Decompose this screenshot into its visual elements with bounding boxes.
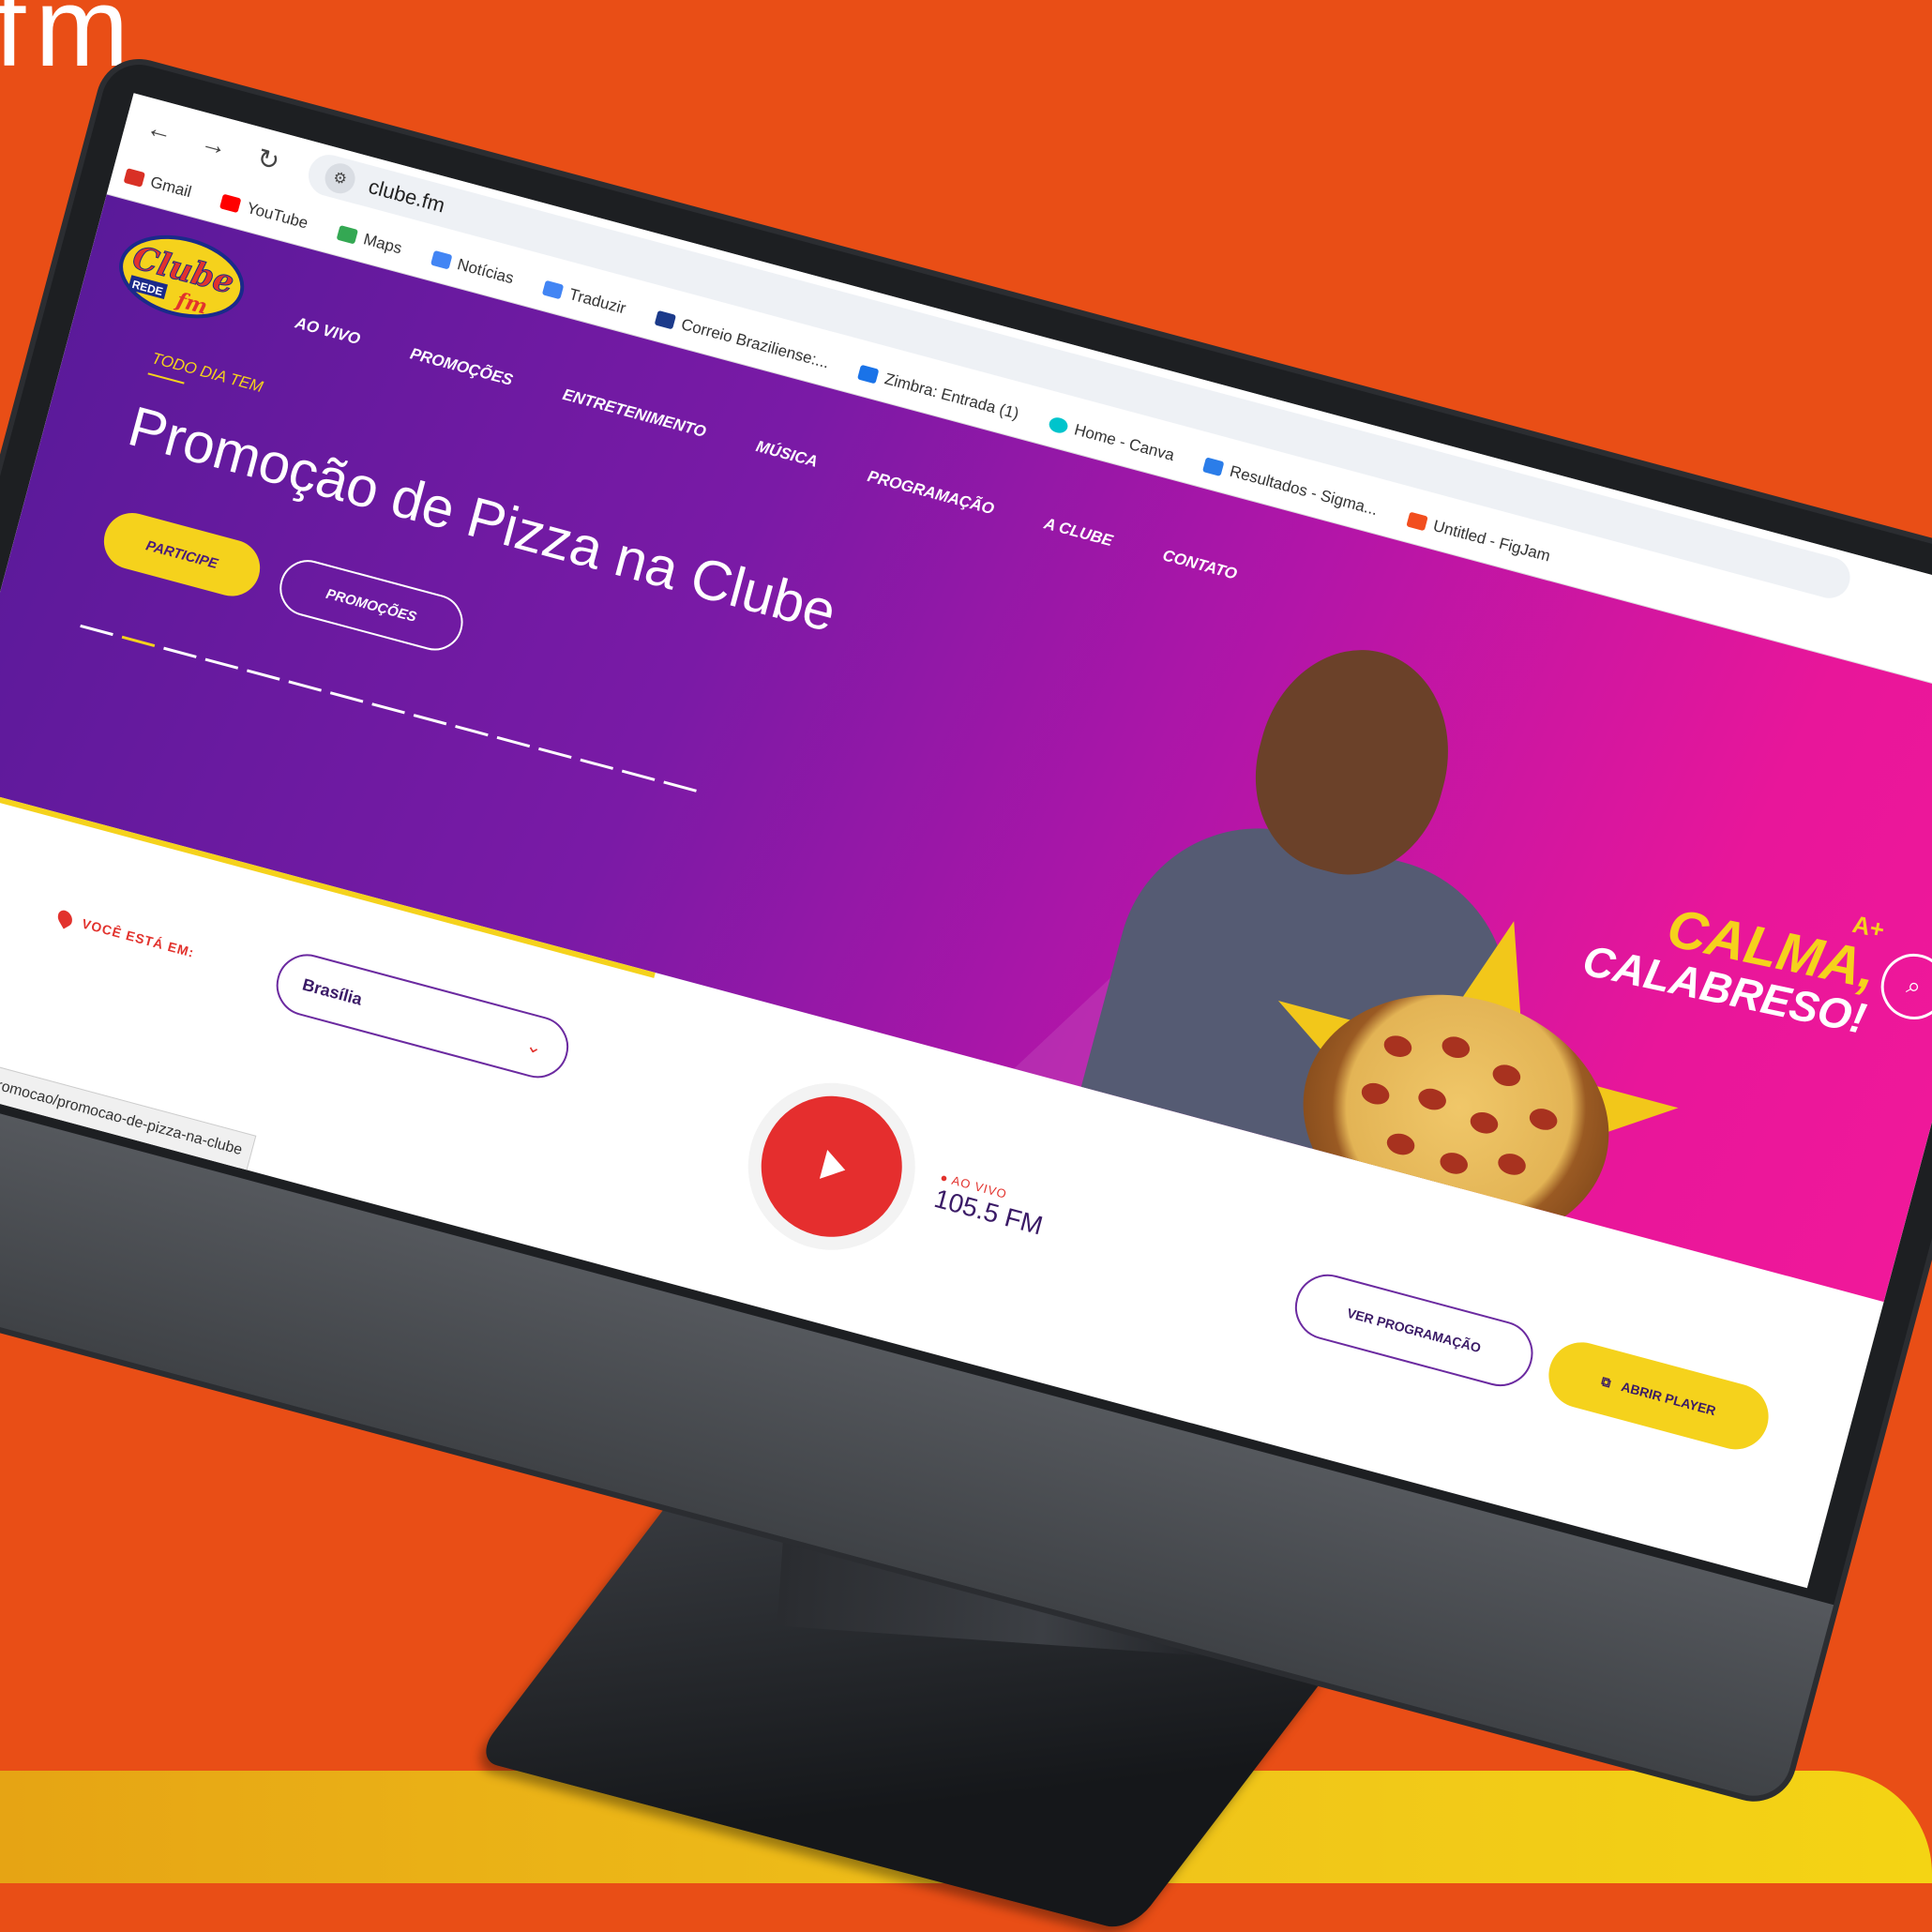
bookmark-traduzir[interactable]: Traduzir bbox=[542, 278, 628, 318]
forward-arrow-icon[interactable]: → bbox=[197, 127, 232, 163]
nav-a-clube[interactable]: A CLUBE bbox=[1042, 514, 1114, 551]
bookmark-label: Maps bbox=[361, 229, 404, 257]
youtube-icon bbox=[219, 193, 242, 213]
pepperoni bbox=[1359, 1079, 1392, 1108]
bookmark-youtube[interactable]: YouTube bbox=[219, 191, 310, 233]
carousel-dot[interactable] bbox=[329, 691, 364, 703]
location-label: VOCÊ ESTÁ EM: bbox=[80, 915, 197, 960]
carousel-dot[interactable] bbox=[580, 758, 614, 770]
bookmark-label: Gmail bbox=[148, 172, 194, 201]
participe-button[interactable]: PARTICIPE bbox=[98, 506, 266, 603]
site-settings-icon[interactable]: ⚙ bbox=[321, 159, 359, 197]
sigma-icon bbox=[1202, 457, 1226, 476]
maps-icon bbox=[336, 224, 359, 245]
canva-icon bbox=[1047, 415, 1070, 435]
location-pin-icon bbox=[54, 907, 75, 929]
correio-icon bbox=[654, 309, 677, 329]
external-link-icon: ⧉ bbox=[1599, 1372, 1613, 1390]
chevron-down-icon: ⌄ bbox=[523, 1034, 545, 1059]
carousel-dot[interactable] bbox=[246, 669, 280, 681]
bookmark-maps[interactable]: Maps bbox=[336, 223, 404, 258]
carousel-dot[interactable] bbox=[538, 747, 572, 760]
bookmark-gmail[interactable]: Gmail bbox=[123, 166, 193, 202]
news-icon bbox=[430, 249, 453, 269]
nav-musica[interactable]: MÚSICA bbox=[754, 437, 820, 472]
nav-entretenimento[interactable]: ENTRETENIMENTO bbox=[561, 385, 708, 442]
carousel-dot[interactable] bbox=[163, 646, 197, 658]
bookmark-label: Traduzir bbox=[566, 284, 628, 317]
monitor: ← → ↻ ⚙ clube.fm Gmail YouTube Maps Notí… bbox=[0, 56, 1932, 1804]
nav-promocoes[interactable]: PROMOÇÕES bbox=[408, 344, 514, 389]
live-info: ● AO VIVO 105.5 FM bbox=[931, 1170, 1049, 1241]
carousel-dot[interactable] bbox=[621, 769, 656, 781]
carousel-dot[interactable] bbox=[371, 702, 405, 715]
zimbra-icon bbox=[857, 364, 880, 385]
hero-tagline: TODO DIA TEM bbox=[149, 349, 265, 397]
pepperoni bbox=[1439, 1034, 1472, 1062]
carousel-dot[interactable] bbox=[204, 657, 239, 670]
carousel-dot[interactable] bbox=[455, 725, 489, 737]
url-text: clube.fm bbox=[366, 174, 448, 218]
nav-contato[interactable]: CONTATO bbox=[1160, 546, 1239, 583]
clube-fm-logo[interactable]: Clube REDE fm bbox=[106, 219, 256, 340]
figma-icon bbox=[1406, 511, 1428, 531]
play-button[interactable] bbox=[745, 1079, 918, 1253]
abrir-player-button[interactable]: ⧉ ABRIR PLAYER bbox=[1541, 1335, 1776, 1457]
gmail-icon bbox=[123, 167, 146, 188]
search-icon[interactable]: ⌕ bbox=[1873, 946, 1932, 1027]
pepperoni bbox=[1495, 1150, 1529, 1178]
carousel-dot[interactable] bbox=[413, 714, 447, 726]
pepperoni bbox=[1381, 1033, 1414, 1061]
abrir-player-label: ABRIR PLAYER bbox=[1619, 1379, 1718, 1419]
city-value: Brasília bbox=[300, 974, 365, 1009]
promocoes-button[interactable]: PROMOÇÕES bbox=[273, 553, 470, 657]
pepperoni bbox=[1527, 1105, 1560, 1133]
carousel-dot-active[interactable] bbox=[121, 635, 156, 647]
pepperoni bbox=[1490, 1062, 1523, 1090]
carousel-indicators bbox=[80, 624, 697, 792]
play-icon bbox=[819, 1149, 850, 1185]
pepperoni bbox=[1468, 1109, 1501, 1137]
pepperoni bbox=[1384, 1130, 1417, 1158]
bookmark-label: Notícias bbox=[455, 254, 516, 287]
nav-programacao[interactable]: PROGRAMAÇÃO bbox=[866, 467, 996, 519]
pepperoni bbox=[1415, 1085, 1449, 1113]
bookmark-label: YouTube bbox=[245, 198, 310, 233]
carousel-dot[interactable] bbox=[496, 735, 531, 748]
bookmark-noticias[interactable]: Notícias bbox=[430, 248, 516, 287]
carousel-dot[interactable] bbox=[663, 780, 697, 792]
promo-artwork: A+ CALMA, CALABRESO! bbox=[1578, 856, 1887, 1043]
carousel-dot[interactable] bbox=[80, 624, 113, 637]
city-select[interactable]: Brasília ⌄ bbox=[269, 947, 576, 1085]
back-arrow-icon[interactable]: ← bbox=[143, 112, 177, 148]
carousel-dot[interactable] bbox=[288, 680, 322, 692]
translate-icon bbox=[542, 279, 565, 299]
pepperoni bbox=[1437, 1149, 1471, 1177]
nav-ao-vivo[interactable]: AO VIVO bbox=[294, 314, 362, 350]
reload-icon[interactable]: ↻ bbox=[250, 141, 286, 178]
ver-programacao-button[interactable]: VER PROGRAMAÇÃO bbox=[1288, 1266, 1541, 1394]
location-indicator: VOCÊ ESTÁ EM: bbox=[54, 907, 197, 961]
